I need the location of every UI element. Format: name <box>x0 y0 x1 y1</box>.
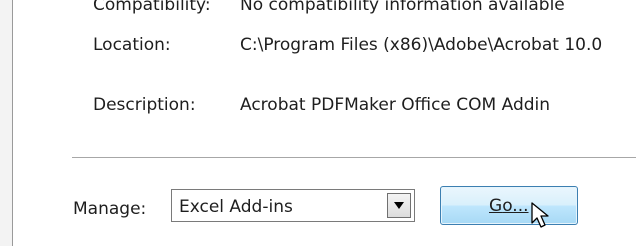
description-value: Acrobat PDFMaker Office COM Addin <box>240 95 551 115</box>
location-label: Location: <box>93 35 171 55</box>
description-label: Description: <box>93 95 196 115</box>
go-button-label: Go... <box>489 196 529 216</box>
manage-label: Manage: <box>73 199 147 219</box>
compatibility-label: Compatibility: <box>93 0 211 15</box>
mouse-pointer-icon <box>531 202 549 228</box>
location-value: C:\Program Files (x86)\Adobe\Acrobat 10.… <box>240 35 603 55</box>
compatibility-value: No compatibility information available <box>240 0 565 15</box>
dropdown-arrow-icon <box>394 202 404 209</box>
section-separator <box>72 157 636 159</box>
manage-dropdown[interactable]: Excel Add-ins <box>171 189 415 222</box>
left-panel-edge <box>0 0 13 246</box>
dropdown-arrow-button[interactable] <box>387 193 411 218</box>
manage-dropdown-value: Excel Add-ins <box>179 197 293 217</box>
